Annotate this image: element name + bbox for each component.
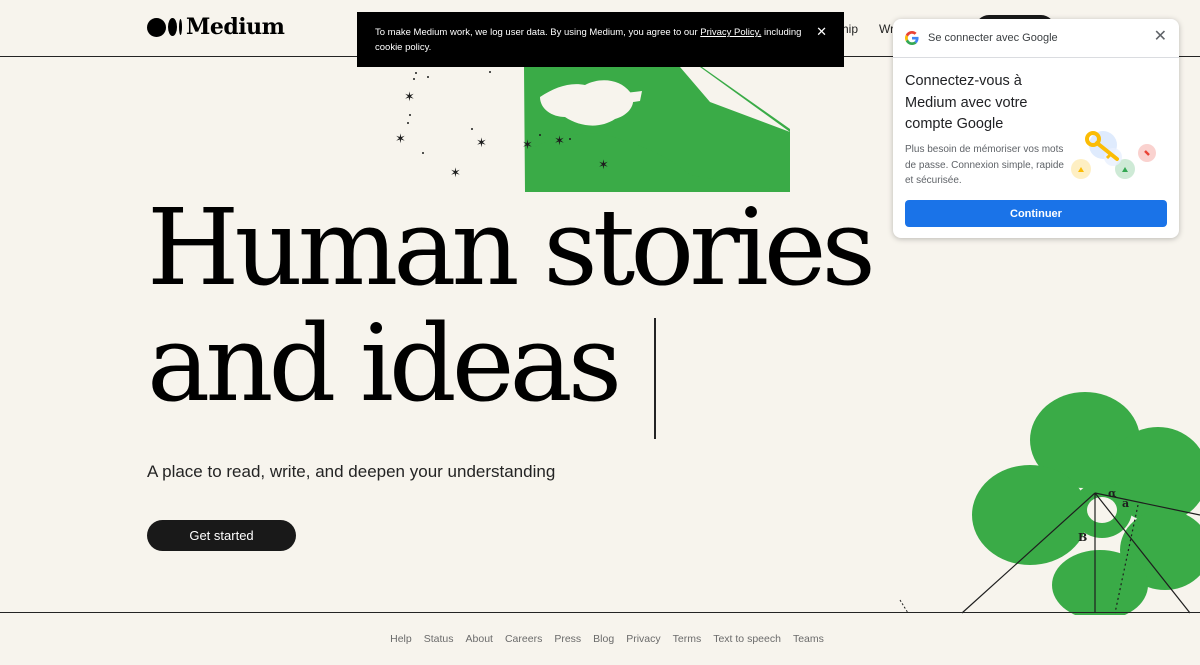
footer-link-text-to-speech[interactable]: Text to speech <box>713 633 781 645</box>
svg-text:✶: ✶ <box>522 138 533 153</box>
google-logo-icon <box>905 31 919 45</box>
google-popup-description: Plus besoin de mémoriser vos mots de pas… <box>905 144 1064 186</box>
svg-text:B: B <box>1078 531 1087 544</box>
svg-text:✶: ✶ <box>554 134 565 149</box>
nav-membership-link[interactable]: hip <box>842 22 858 36</box>
svg-text:✶: ✶ <box>476 136 487 151</box>
hero-illustration: ✶ ✶ ✶ ✶ ✶ ✶ ✶ <box>395 67 790 192</box>
hero-subtitle: A place to read, write, and deepen your … <box>147 462 556 481</box>
svg-text:a: a <box>1122 497 1129 510</box>
svg-text:✶: ✶ <box>404 90 415 105</box>
google-signin-popup: Se connecter avec Google ✕ Connectez-vou… <box>893 19 1179 238</box>
cookie-banner: To make Medium work, we log user data. B… <box>357 12 844 67</box>
svg-text:α: α <box>1108 487 1117 500</box>
hero-title-line-1: Human stories <box>147 186 876 309</box>
footer-link-careers[interactable]: Careers <box>505 633 542 645</box>
google-popup-title: Connectez-vous à Medium avec votre compt… <box>905 73 1028 132</box>
svg-text:✶: ✶ <box>395 132 406 147</box>
google-popup-header-title: Se connecter avec Google <box>928 32 1058 44</box>
footer-link-blog[interactable]: Blog <box>593 633 614 645</box>
footer-link-privacy[interactable]: Privacy <box>626 633 660 645</box>
get-started-button[interactable]: Get started <box>147 520 296 551</box>
google-popup-header: Se connecter avec Google ✕ <box>893 19 1179 58</box>
flower-illustration: B a α <box>899 392 1200 615</box>
footer-link-status[interactable]: Status <box>424 633 454 645</box>
footer-link-about[interactable]: About <box>466 633 493 645</box>
close-icon[interactable]: ✕ <box>816 24 827 39</box>
hero-title-line-2: and ideas <box>147 302 622 425</box>
medium-logo-mark <box>147 17 182 37</box>
text-caret <box>654 318 656 439</box>
continue-button[interactable]: Continuer <box>905 200 1167 227</box>
close-icon[interactable]: ✕ <box>1154 29 1167 45</box>
key-illustration-icon <box>1071 131 1156 179</box>
footer-link-teams[interactable]: Teams <box>793 633 824 645</box>
svg-text:✶: ✶ <box>598 158 609 173</box>
privacy-policy-link[interactable]: Privacy Policy, <box>700 27 761 38</box>
hero-title: Human stories and ideas <box>147 186 876 425</box>
cookie-text-1: To make Medium work, we log user data. B… <box>375 27 701 38</box>
medium-logo[interactable]: Medium <box>147 14 285 40</box>
footer: Help Status About Careers Press Blog Pri… <box>0 612 1200 665</box>
footer-link-help[interactable]: Help <box>390 633 412 645</box>
nav-write-link[interactable]: Wr <box>879 22 894 36</box>
logo-text: Medium <box>186 14 285 40</box>
svg-text:✶: ✶ <box>450 166 461 181</box>
footer-link-press[interactable]: Press <box>554 633 581 645</box>
footer-link-terms[interactable]: Terms <box>673 633 702 645</box>
